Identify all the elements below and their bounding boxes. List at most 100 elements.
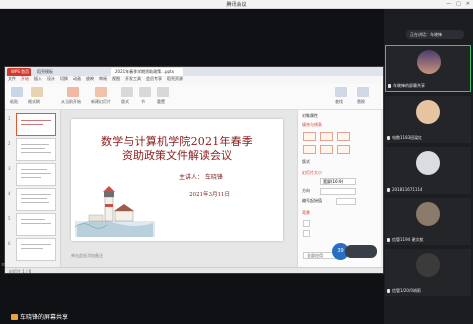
participant-name: 信管1/20/0胡雨 (392, 288, 421, 293)
avatar (416, 253, 440, 277)
current-slide[interactable]: 数学与计算机学院2021年春季 资助政策文件解读会议 主讲人： 车晓锋 2021… (71, 119, 283, 241)
avatar (416, 151, 440, 175)
slide-thumbnail[interactable] (16, 238, 56, 261)
menu-transition[interactable]: 切换 (60, 76, 68, 84)
ribbon-label-layout: 版式 (121, 99, 129, 104)
menu-file[interactable]: 文件 (8, 76, 16, 84)
replace-icon[interactable] (357, 87, 369, 97)
slide-thumbnail[interactable] (16, 188, 56, 211)
thumb-number: 2 (8, 141, 11, 146)
menu-bar: 文件 开始 插入 设计 切换 动画 放映 审阅 视图 开发工具 会员专享 稻壳资… (5, 76, 383, 84)
ribbon-label-reset: 重置 (157, 99, 165, 104)
mic-icon (387, 187, 390, 192)
close-icon[interactable]: ✕ (466, 1, 470, 7)
participant-name: 车晓锋的屏幕共享 (393, 83, 425, 88)
find-icon[interactable] (335, 87, 347, 97)
play-from-current-icon[interactable] (67, 87, 79, 97)
window-title: 腾讯会议 (226, 2, 247, 8)
menu-insert[interactable]: 插入 (34, 76, 42, 84)
menu-member[interactable]: 会员专享 (146, 76, 162, 84)
bg-radio[interactable] (303, 230, 310, 237)
participant-tile[interactable]: 车晓锋的屏幕共享 (385, 45, 471, 92)
speaking-indicator: 正在讲话：车晓锋 (406, 30, 464, 39)
tab-template[interactable]: 稻壳模板 (33, 68, 83, 76)
notes-placeholder[interactable]: 单击此处添加备注 (71, 253, 103, 258)
avatar (416, 100, 440, 124)
participant-tile[interactable]: 信管1194 谢文航 (385, 198, 471, 245)
slide-thumbnail[interactable] (16, 213, 56, 236)
section-icon[interactable] (139, 87, 151, 97)
screen-share-tag: 车晓锋的屏幕共享 (11, 312, 68, 321)
thumb-number: 3 (8, 166, 11, 171)
shared-screen-ppt: WPS 首页 稻壳模板 2021年春季学期资助政策...pptx 文件 开始 插… (4, 66, 384, 274)
layout-option[interactable] (303, 132, 316, 141)
ribbon-label-format: 格式刷 (28, 99, 40, 104)
slide-speaker: 主讲人： 车晓锋 (179, 174, 223, 181)
maximize-icon[interactable]: □ (456, 1, 461, 7)
tab-document[interactable]: 2021年春季学期资助政策...pptx (111, 68, 183, 76)
menu-design[interactable]: 设计 (47, 76, 55, 84)
mic-icon (388, 84, 391, 88)
mic-icon (387, 136, 390, 140)
label-direction: 方向 (302, 188, 310, 193)
participant-tile[interactable]: 201811671114 (385, 147, 471, 194)
menu-developer[interactable]: 开发工具 (125, 76, 141, 84)
avatar (416, 202, 440, 226)
slide-thumbnail[interactable] (16, 163, 56, 186)
side-menu-icon[interactable]: ≡ (1, 262, 5, 268)
avatar (417, 50, 441, 74)
screen-share-label: 车晓锋的屏幕共享 (20, 314, 69, 321)
menu-slideshow[interactable]: 放映 (86, 76, 94, 84)
menu-resources[interactable]: 稻壳资源 (167, 76, 183, 84)
slide-date: 2021年3月11日 (189, 192, 230, 198)
lighthouse-illustration (75, 186, 155, 237)
slide-canvas: 数学与计算机学院2021年春季 资助政策文件解读会议 主讲人： 车晓锋 2021… (61, 110, 297, 267)
layout-option[interactable] (337, 145, 350, 154)
participant-tile[interactable]: 电数1183班梁红 (385, 96, 471, 143)
menu-home[interactable]: 开始 (21, 76, 29, 84)
participant-tile[interactable]: 信管1/20/0胡雨 (385, 249, 471, 296)
reset-icon[interactable] (157, 87, 169, 97)
menu-animation[interactable]: 动画 (73, 76, 81, 84)
menu-review[interactable]: 审阅 (99, 76, 107, 84)
thumb-number: 1 (8, 116, 11, 121)
pane-title: 对象属性 (302, 113, 318, 118)
thumb-number: 5 (8, 216, 11, 221)
ribbon-label-new-slide: 新建幻灯片 (91, 99, 111, 104)
layout-option[interactable] (320, 132, 333, 141)
thumb-number: 4 (8, 191, 11, 196)
direction-select[interactable] (320, 188, 356, 195)
pane-section-fill[interactable]: 填充与线条 (302, 122, 322, 127)
bg-radio[interactable] (303, 220, 310, 227)
floating-toolbar[interactable] (345, 245, 377, 258)
participant-name: 电数1183班梁红 (392, 135, 423, 140)
layout-icon[interactable] (121, 87, 133, 97)
mic-icon (387, 238, 390, 242)
slide-thumbnail[interactable] (16, 138, 56, 161)
mic-icon (387, 289, 390, 293)
label-slide-size: 幻灯片大小 (302, 170, 322, 175)
ribbon: 粘贴 格式刷 从当前开始 新建幻灯片 版式 节 重置 查找 替换 (5, 84, 383, 110)
new-slide-icon[interactable] (95, 87, 107, 97)
layout-option[interactable] (320, 145, 333, 154)
ribbon-label-find: 查找 (335, 99, 343, 104)
ribbon-label-paste: 粘贴 (10, 99, 18, 104)
participant-name: 信管1194 谢文航 (392, 237, 424, 242)
menu-view[interactable]: 视图 (112, 76, 120, 84)
number-start-input[interactable] (336, 198, 356, 205)
ribbon-label-play: 从当前开始 (61, 99, 81, 104)
minimize-icon[interactable]: — (446, 1, 451, 7)
window-titlebar: 腾讯会议 — □ ✕ (0, 0, 473, 9)
label-number: 编号起始值 (302, 198, 322, 203)
tab-wps-home[interactable]: WPS 首页 (7, 68, 31, 76)
ribbon-label-section: 节 (141, 99, 145, 104)
label-background: 背景 (302, 210, 310, 215)
slide-thumbnail[interactable] (16, 113, 56, 136)
layout-option[interactable] (337, 132, 350, 141)
slide-title-line2: 资助政策文件解读会议 (122, 149, 232, 162)
layout-option[interactable] (303, 145, 316, 154)
slide-size-select[interactable]: 宽屏(16:9) (320, 178, 356, 185)
paste-icon[interactable] (11, 87, 23, 97)
status-bar: 幻灯片 1 / 6 (5, 267, 383, 273)
format-painter-icon[interactable] (31, 87, 43, 97)
